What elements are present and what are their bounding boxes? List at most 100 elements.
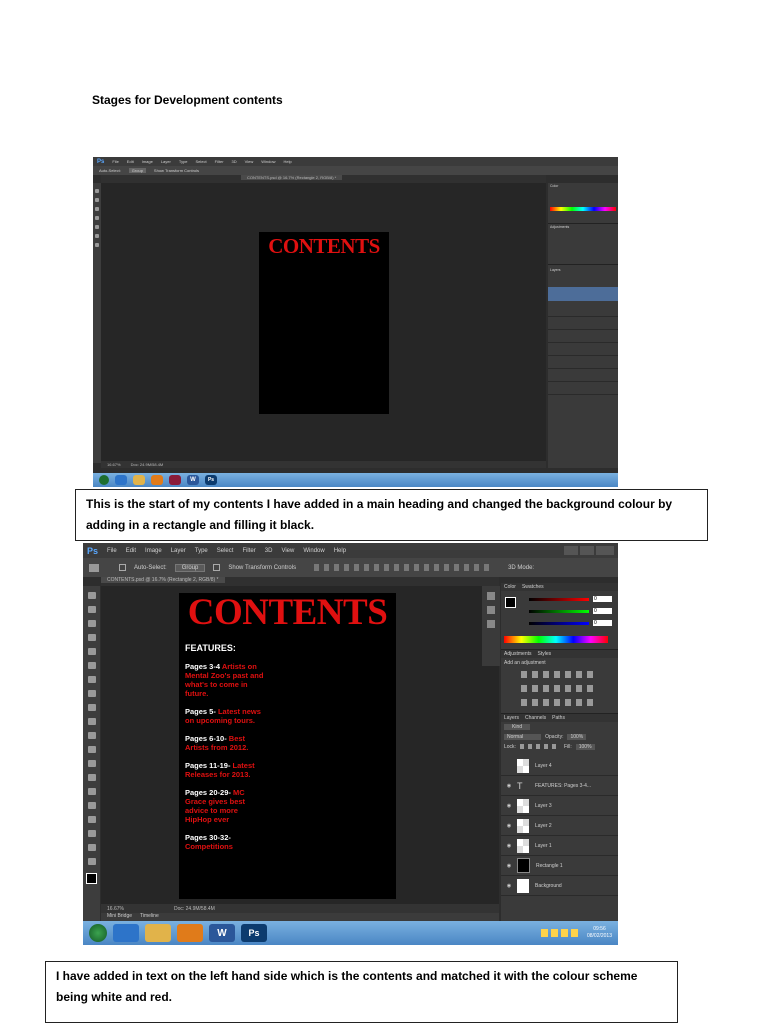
menu-3d[interactable]: 3D <box>265 548 273 554</box>
document-tab[interactable]: CONTENTS.psd @ 16.7% (Rectangle 2, RGB/8… <box>241 175 343 180</box>
visibility-eye-icon[interactable]: ◉ <box>501 843 517 849</box>
explorer-icon[interactable] <box>133 475 145 485</box>
menu-edit[interactable]: Edit <box>126 548 136 554</box>
swatches-tab[interactable]: Swatches <box>522 584 544 590</box>
text-tool-icon[interactable] <box>95 234 99 238</box>
move-tool-icon[interactable] <box>87 592 96 599</box>
history-icon[interactable] <box>487 592 495 600</box>
maximize-icon[interactable] <box>580 546 594 555</box>
layer-row[interactable] <box>548 343 618 356</box>
marquee-tool-icon[interactable] <box>95 198 99 202</box>
layer-row[interactable] <box>548 369 618 382</box>
lock-icons[interactable] <box>519 744 560 749</box>
group-select[interactable]: Group <box>174 563 206 572</box>
word-taskbar-button[interactable]: W <box>187 475 199 485</box>
color-spectrum[interactable] <box>550 207 616 211</box>
crop-tool-icon[interactable] <box>87 648 96 655</box>
brush-tool-icon[interactable] <box>87 690 96 697</box>
explorer-icon[interactable] <box>145 924 171 942</box>
shape-tool-icon[interactable] <box>87 830 96 837</box>
eraser-tool-icon[interactable] <box>87 732 96 739</box>
group-select[interactable]: Group <box>128 168 146 173</box>
blur-tool-icon[interactable] <box>87 760 96 767</box>
healing-tool-icon[interactable] <box>87 676 96 683</box>
menu-edit[interactable]: Edit <box>127 159 134 164</box>
blend-mode-select[interactable]: Normal <box>504 734 542 740</box>
ie-icon[interactable] <box>115 475 127 485</box>
opacity-input[interactable]: 100% <box>567 734 587 740</box>
photoshop-taskbar-button[interactable]: Ps <box>241 924 267 942</box>
path-select-icon[interactable] <box>87 816 96 823</box>
layer-row[interactable]: ◉ Layer 3 <box>501 796 618 816</box>
menu-layer[interactable]: Layer <box>171 548 186 554</box>
menu-file[interactable]: File <box>107 548 117 554</box>
layer-row[interactable] <box>548 304 618 317</box>
visibility-eye-icon[interactable]: ◉ <box>501 863 517 869</box>
color-slider-g[interactable] <box>529 610 589 613</box>
layer-row[interactable]: ◉ Background <box>501 876 618 896</box>
paths-tab[interactable]: Paths <box>552 715 565 721</box>
visibility-eye-icon[interactable]: ◉ <box>501 783 517 789</box>
menu-help[interactable]: Help <box>334 548 346 554</box>
media-player-icon[interactable] <box>151 475 163 485</box>
tray-icons[interactable] <box>540 929 581 937</box>
zoom-level[interactable]: 16.67% <box>107 906 124 912</box>
start-button-icon[interactable] <box>99 475 109 485</box>
menu-image[interactable]: Image <box>142 159 153 164</box>
marquee-tool-icon[interactable] <box>87 606 96 613</box>
lasso-tool-icon[interactable] <box>95 207 99 211</box>
type-tool-icon[interactable] <box>87 802 96 809</box>
menu-select[interactable]: Select <box>217 548 234 554</box>
auto-select-checkbox[interactable] <box>119 564 126 571</box>
layer-row[interactable] <box>548 356 618 369</box>
stamp-tool-icon[interactable] <box>87 704 96 711</box>
menu-window[interactable]: Window <box>261 159 275 164</box>
lasso-tool-icon[interactable] <box>87 620 96 627</box>
visibility-eye-icon[interactable]: ◉ <box>501 823 517 829</box>
menu-layer[interactable]: Layer <box>161 159 171 164</box>
zoom-tool-icon[interactable] <box>95 243 99 247</box>
menu-view[interactable]: View <box>245 159 254 164</box>
mini-bridge-tab[interactable]: Mini Bridge <box>107 913 132 921</box>
document-canvas[interactable]: CONTENTS <box>259 232 389 414</box>
pen-tool-icon[interactable] <box>87 788 96 795</box>
gradient-tool-icon[interactable] <box>87 746 96 753</box>
menu-filter[interactable]: Filter <box>215 159 224 164</box>
adjustments-tab[interactable]: Adjustments <box>548 224 618 230</box>
media-player-icon[interactable] <box>177 924 203 942</box>
ie-icon[interactable] <box>113 924 139 942</box>
zoom-tool-icon[interactable] <box>87 858 96 865</box>
properties-icon[interactable] <box>487 606 495 614</box>
menu-image[interactable]: Image <box>145 548 162 554</box>
color-slider-r[interactable] <box>529 598 589 601</box>
visibility-eye-icon[interactable]: ◉ <box>501 883 517 889</box>
color-slider-b[interactable] <box>529 622 589 625</box>
brush-tool-icon[interactable] <box>95 225 99 229</box>
start-button-icon[interactable] <box>89 924 107 942</box>
menu-3d[interactable]: 3D <box>232 159 237 164</box>
layers-tab[interactable]: Layers <box>504 715 519 721</box>
layer-row[interactable] <box>548 330 618 343</box>
kind-select[interactable]: Kind <box>504 724 531 730</box>
menu-file[interactable]: File <box>112 159 118 164</box>
close-icon[interactable] <box>596 546 614 555</box>
crop-tool-icon[interactable] <box>95 216 99 220</box>
move-tool-icon[interactable] <box>89 563 99 572</box>
adjustments-tab[interactable]: Adjustments <box>504 651 532 657</box>
history-brush-icon[interactable] <box>87 718 96 725</box>
layer-row[interactable]: ◉ Layer 1 <box>501 836 618 856</box>
document-tab[interactable]: CONTENTS.psd @ 16.7% (Rectangle 2, RGB/8… <box>101 577 225 583</box>
layers-tab[interactable]: Layers <box>548 267 618 273</box>
menu-type[interactable]: Type <box>195 548 208 554</box>
layer-row[interactable]: ◉ Layer 2 <box>501 816 618 836</box>
color-tab[interactable]: Color <box>504 584 516 590</box>
color-value-g[interactable]: 0 <box>593 608 612 614</box>
word-taskbar-button[interactable]: W <box>209 924 235 942</box>
color-swatch-fg[interactable] <box>505 597 516 608</box>
layer-row[interactable] <box>548 382 618 395</box>
fill-input[interactable]: 100% <box>575 744 595 750</box>
align-icons[interactable] <box>314 564 495 571</box>
auto-select-label[interactable]: Auto-Select: <box>99 168 121 173</box>
menu-select[interactable]: Select <box>196 159 207 164</box>
document-canvas[interactable]: CONTENTS FEATURES: Pages 3-4 Artists on … <box>179 593 396 899</box>
